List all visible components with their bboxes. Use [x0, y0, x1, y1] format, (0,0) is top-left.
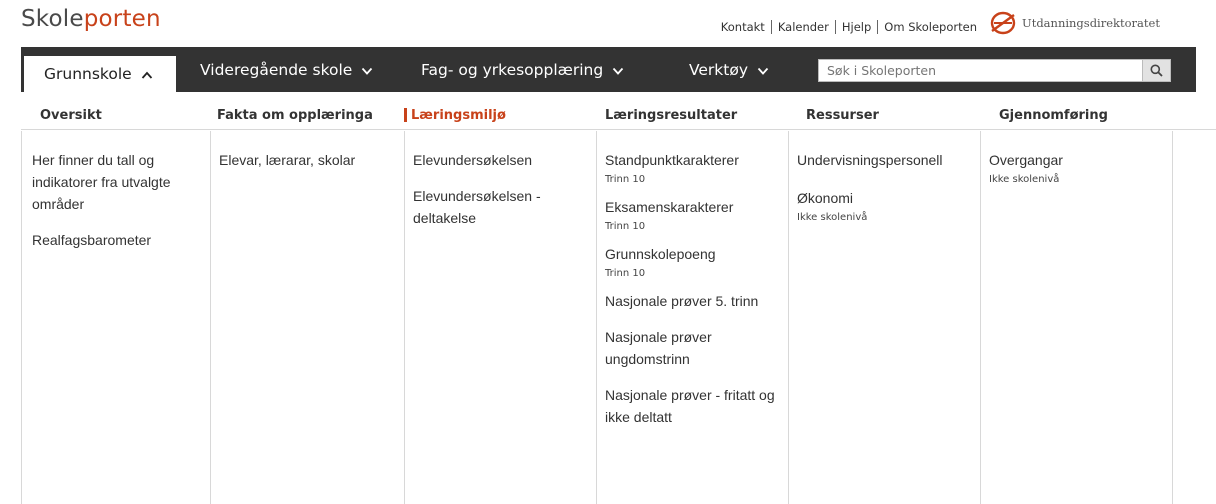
nav-verktoy[interactable]: Verktøy [689, 47, 769, 92]
search-input[interactable] [819, 60, 1142, 81]
search-box [818, 59, 1171, 82]
header-laeringsmiljo-label: Læringsmiljø [411, 107, 506, 123]
nav-fag-label: Fag- og yrkesopplæring [421, 60, 604, 79]
sub-trinn-10: Trinn 10 [605, 221, 646, 232]
link-nasjonale-prover-5-trinn[interactable]: Nasjonale prøver 5. trinn [605, 290, 780, 312]
link-realfagsbarometer[interactable]: Realfagsbarometer [32, 229, 202, 251]
link-elevundersokelsen-deltakelse[interactable]: Elevundersøkelsen - deltakelse [413, 185, 588, 229]
udir-name: Utdanningsdirektoratet [1022, 16, 1160, 30]
udir-logo-icon [990, 11, 1016, 35]
column-oversikt: Her finner du tall og indikatorer fra ut… [21, 131, 211, 504]
top-header: Skoleporten Kontakt Kalender Hjelp Om Sk… [0, 0, 1216, 47]
header-gjennomforing[interactable]: Gjennomføring [999, 100, 1108, 130]
link-eksamenskarakterer[interactable]: Eksamenskarakterer [605, 196, 780, 218]
link-elevar-lararar-skolar[interactable]: Elevar, lærarar, skolar [219, 149, 396, 171]
chevron-down-icon [361, 61, 373, 79]
link-undervisningspersonell[interactable]: Undervisningspersonell [797, 149, 972, 171]
top-links: Kontakt Kalender Hjelp Om Skoleporten [715, 20, 983, 34]
column-ressurser: Undervisningspersonell Økonomi Ikke skole… [789, 131, 981, 504]
main-nav: Grunnskole Videregående skole Fag- og yr… [21, 47, 1196, 92]
sub-ikke-skoleniva: Ikke skolenivå [989, 174, 1060, 185]
column-laeringsmiljo: Elevundersøkelsen Elevundersøkelsen - de… [405, 131, 597, 504]
link-kalender[interactable]: Kalender [770, 20, 835, 34]
sub-trinn-10: Trinn 10 [605, 174, 646, 185]
link-nasjonale-prover-fritatt[interactable]: Nasjonale prøver - fritatt og ikke delta… [605, 384, 780, 428]
search-button[interactable] [1142, 60, 1170, 81]
nav-videregaende[interactable]: Videregående skole [200, 47, 373, 92]
link-grunnskolepoeng[interactable]: Grunnskolepoeng [605, 243, 780, 265]
column-laeringsresultater: Standpunktkarakterer Trinn 10 Eksamenskar… [597, 131, 789, 504]
header-laeringsresultater[interactable]: Læringsresultater [605, 100, 737, 130]
nav-grunnskole[interactable]: Grunnskole [24, 56, 176, 92]
active-indicator [404, 108, 407, 122]
link-kontakt[interactable]: Kontakt [715, 20, 771, 34]
link-om-skoleporten[interactable]: Om Skoleporten [877, 20, 983, 34]
logo-text-part2: porten [83, 6, 161, 32]
chevron-up-icon [141, 65, 153, 83]
header-oversikt[interactable]: Oversikt [40, 100, 102, 130]
sub-ikke-skoleniva: Ikke skolenivå [797, 212, 868, 223]
link-hjelp[interactable]: Hjelp [834, 20, 877, 34]
link-standpunktkarakterer[interactable]: Standpunktkarakterer [605, 149, 780, 171]
sub-trinn-10: Trinn 10 [605, 268, 646, 279]
chevron-down-icon [757, 61, 769, 79]
link-tall-og-indikatorer[interactable]: Her finner du tall og indikatorer fra ut… [32, 149, 202, 215]
link-nasjonale-prover-ungdomstrinn[interactable]: Nasjonale prøver ungdomstrinn [605, 326, 780, 370]
skoleporten-logo[interactable]: Skoleporten [21, 6, 161, 32]
nav-fag-og-yrkesopplaering[interactable]: Fag- og yrkesopplæring [421, 47, 624, 92]
chevron-down-icon [612, 61, 624, 79]
link-overgangar[interactable]: Overgangar [989, 149, 1164, 171]
header-fakta[interactable]: Fakta om opplæringa [217, 100, 373, 130]
nav-grunnskole-label: Grunnskole [44, 65, 132, 83]
udir-logo[interactable]: Utdanningsdirektoratet [990, 11, 1160, 35]
column-gjennomforing: Overgangar Ikke skolenivå [981, 131, 1173, 504]
nav-verktoy-label: Verktøy [689, 60, 749, 79]
search-icon [1150, 64, 1163, 77]
header-laeringsmiljo[interactable]: Læringsmiljø [404, 100, 506, 130]
nav-videregaende-label: Videregående skole [200, 60, 353, 79]
link-okonomi[interactable]: Økonomi [797, 187, 972, 209]
category-header-row: Oversikt Fakta om opplæringa Læringsmilj… [21, 100, 1216, 130]
header-ressurser[interactable]: Ressurser [806, 100, 879, 130]
link-elevundersokelsen[interactable]: Elevundersøkelsen [413, 149, 588, 171]
logo-text-part1: Skole [21, 6, 84, 32]
column-fakta: Elevar, lærarar, skolar [211, 131, 405, 504]
